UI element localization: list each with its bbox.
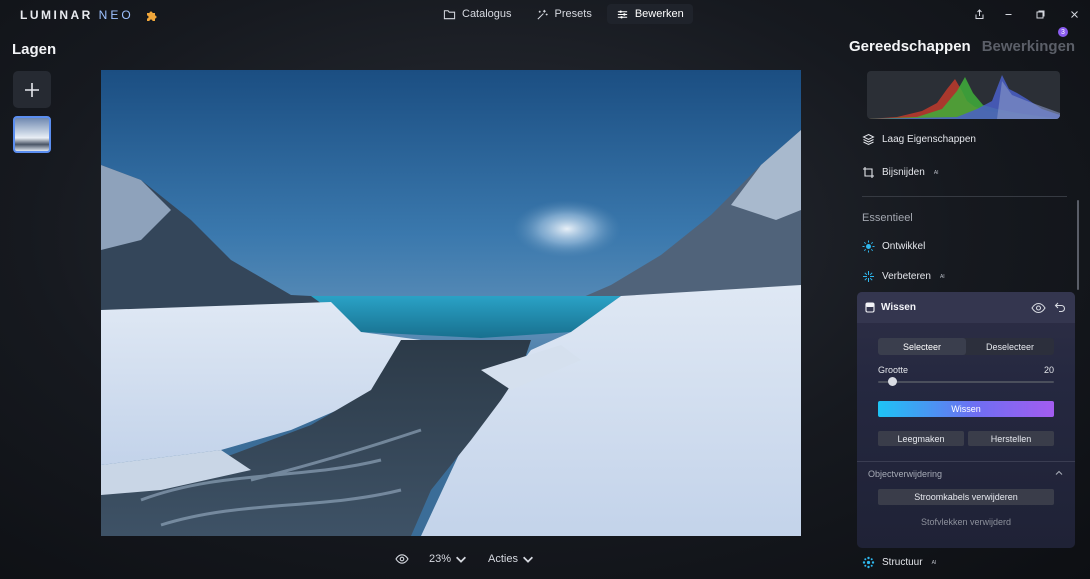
minimize-icon bbox=[1005, 13, 1011, 15]
sparkle-wand-icon bbox=[537, 9, 548, 20]
erase-tool-panel: Wissen Selecteer Deselecteer Grootte 20 … bbox=[857, 292, 1075, 548]
clear-button[interactable]: Leegmaken bbox=[878, 431, 964, 446]
add-layer-button[interactable] bbox=[13, 71, 51, 108]
tool-develop[interactable]: Ontwikkel bbox=[862, 240, 925, 253]
size-slider-track[interactable] bbox=[878, 381, 1054, 383]
size-value: 20 bbox=[1044, 365, 1055, 375]
histogram bbox=[867, 71, 1060, 119]
object-removal-title[interactable]: Objectverwijdering bbox=[868, 469, 942, 479]
close-icon bbox=[1070, 10, 1078, 18]
photo-canvas[interactable] bbox=[101, 70, 801, 536]
sun-icon bbox=[862, 240, 875, 253]
visibility-eye-icon[interactable] bbox=[1031, 302, 1046, 314]
eye-icon bbox=[395, 554, 409, 564]
landscape-photo bbox=[101, 70, 801, 536]
ai-badge: AI bbox=[933, 169, 939, 176]
structure-icon bbox=[862, 556, 875, 569]
tool-layer-properties-label: Laag Eigenschappen bbox=[882, 134, 976, 145]
share-icon bbox=[975, 8, 983, 19]
bottom-toolbar: 23% Acties bbox=[395, 552, 535, 566]
logo-text: LUMINAR NEO bbox=[20, 8, 134, 22]
erase-tool-header[interactable]: Wissen bbox=[857, 292, 1075, 323]
extensions-puzzle-icon[interactable] bbox=[144, 8, 158, 22]
tool-develop-label: Ontwikkel bbox=[882, 241, 926, 252]
tool-crop[interactable]: Bijsnijden AI bbox=[862, 166, 939, 179]
ai-badge: AI bbox=[931, 559, 937, 566]
deselect-button[interactable]: Deselecteer bbox=[966, 338, 1054, 355]
tool-enhance[interactable]: Verbeteren AI bbox=[862, 270, 945, 283]
select-mode-toggle: Selecteer Deselecteer bbox=[878, 338, 1054, 355]
tab-edits[interactable]: Bewerkingen bbox=[982, 38, 1075, 55]
nav-bewerken[interactable]: Bewerken bbox=[606, 4, 693, 24]
ai-badge: AI bbox=[939, 273, 945, 280]
size-label: Grootte bbox=[878, 365, 909, 375]
tool-structure[interactable]: Structuur AI bbox=[862, 556, 936, 569]
restore-icon bbox=[1036, 10, 1044, 18]
remove-power-lines-button[interactable]: Stroomkabels verwijderen bbox=[878, 489, 1054, 505]
tool-enhance-label: Verbeteren bbox=[882, 271, 931, 282]
crop-icon bbox=[863, 167, 874, 178]
nav-bewerken-label: Bewerken bbox=[634, 8, 684, 20]
app-logo[interactable]: LUMINAR NEO bbox=[20, 8, 158, 22]
folder-icon bbox=[443, 9, 456, 19]
erase-button[interactable]: Wissen bbox=[878, 401, 1054, 417]
tool-structure-label: Structuur bbox=[882, 557, 923, 568]
layers-icon bbox=[862, 133, 875, 146]
nav-presets[interactable]: Presets bbox=[527, 4, 601, 24]
sliders-icon bbox=[617, 10, 627, 18]
size-slider-handle[interactable] bbox=[887, 377, 897, 386]
panel-divider bbox=[862, 196, 1067, 197]
chevron-down-icon bbox=[523, 556, 533, 563]
chevron-down-icon bbox=[456, 556, 467, 563]
restore-button[interactable] bbox=[1032, 6, 1048, 22]
layers-title: Lagen bbox=[12, 41, 57, 58]
chevron-up-icon[interactable] bbox=[1054, 468, 1064, 478]
right-panel-scrollbar[interactable] bbox=[1077, 200, 1079, 290]
histogram-graph bbox=[867, 75, 1060, 119]
nav-presets-label: Presets bbox=[554, 8, 592, 20]
dust-spots-removed-button[interactable]: Stofvlekken verwijderd bbox=[878, 517, 1054, 527]
sparkle-icon bbox=[863, 271, 874, 282]
plus-icon bbox=[25, 82, 39, 97]
layer-thumbnail[interactable] bbox=[13, 116, 51, 153]
tool-crop-label: Bijsnijden bbox=[882, 167, 925, 178]
tab-tools[interactable]: Gereedschappen bbox=[849, 38, 971, 55]
erase-tool-title: Wissen bbox=[881, 302, 916, 313]
top-bar: LUMINAR NEO Catalogus Presets Bewerken bbox=[0, 0, 1090, 28]
minimize-button[interactable] bbox=[1000, 6, 1016, 22]
share-button[interactable] bbox=[971, 6, 987, 22]
right-panel-tabs: Gereedschappen Bewerkingen bbox=[849, 38, 1075, 55]
zoom-dropdown[interactable]: 23% bbox=[429, 552, 468, 566]
close-button[interactable] bbox=[1066, 6, 1082, 22]
zoom-value: 23% bbox=[429, 553, 452, 565]
main-navigation: Catalogus Presets Bewerken bbox=[434, 4, 693, 24]
nav-catalogus[interactable]: Catalogus bbox=[434, 4, 521, 24]
tool-layer-properties[interactable]: Laag Eigenschappen bbox=[862, 133, 976, 146]
actions-dropdown[interactable]: Acties bbox=[488, 552, 535, 566]
eraser-icon bbox=[865, 302, 875, 313]
restore-brush-button[interactable]: Herstellen bbox=[968, 431, 1054, 446]
actions-label: Acties bbox=[488, 553, 518, 565]
undo-reset-icon[interactable] bbox=[1054, 301, 1066, 313]
section-divider bbox=[857, 461, 1075, 462]
preview-toggle[interactable] bbox=[395, 552, 409, 566]
edits-count-badge: 3 bbox=[1058, 27, 1068, 37]
nav-catalogus-label: Catalogus bbox=[462, 8, 512, 20]
section-essentials-title: Essentieel bbox=[862, 212, 913, 224]
select-button[interactable]: Selecteer bbox=[878, 338, 966, 355]
